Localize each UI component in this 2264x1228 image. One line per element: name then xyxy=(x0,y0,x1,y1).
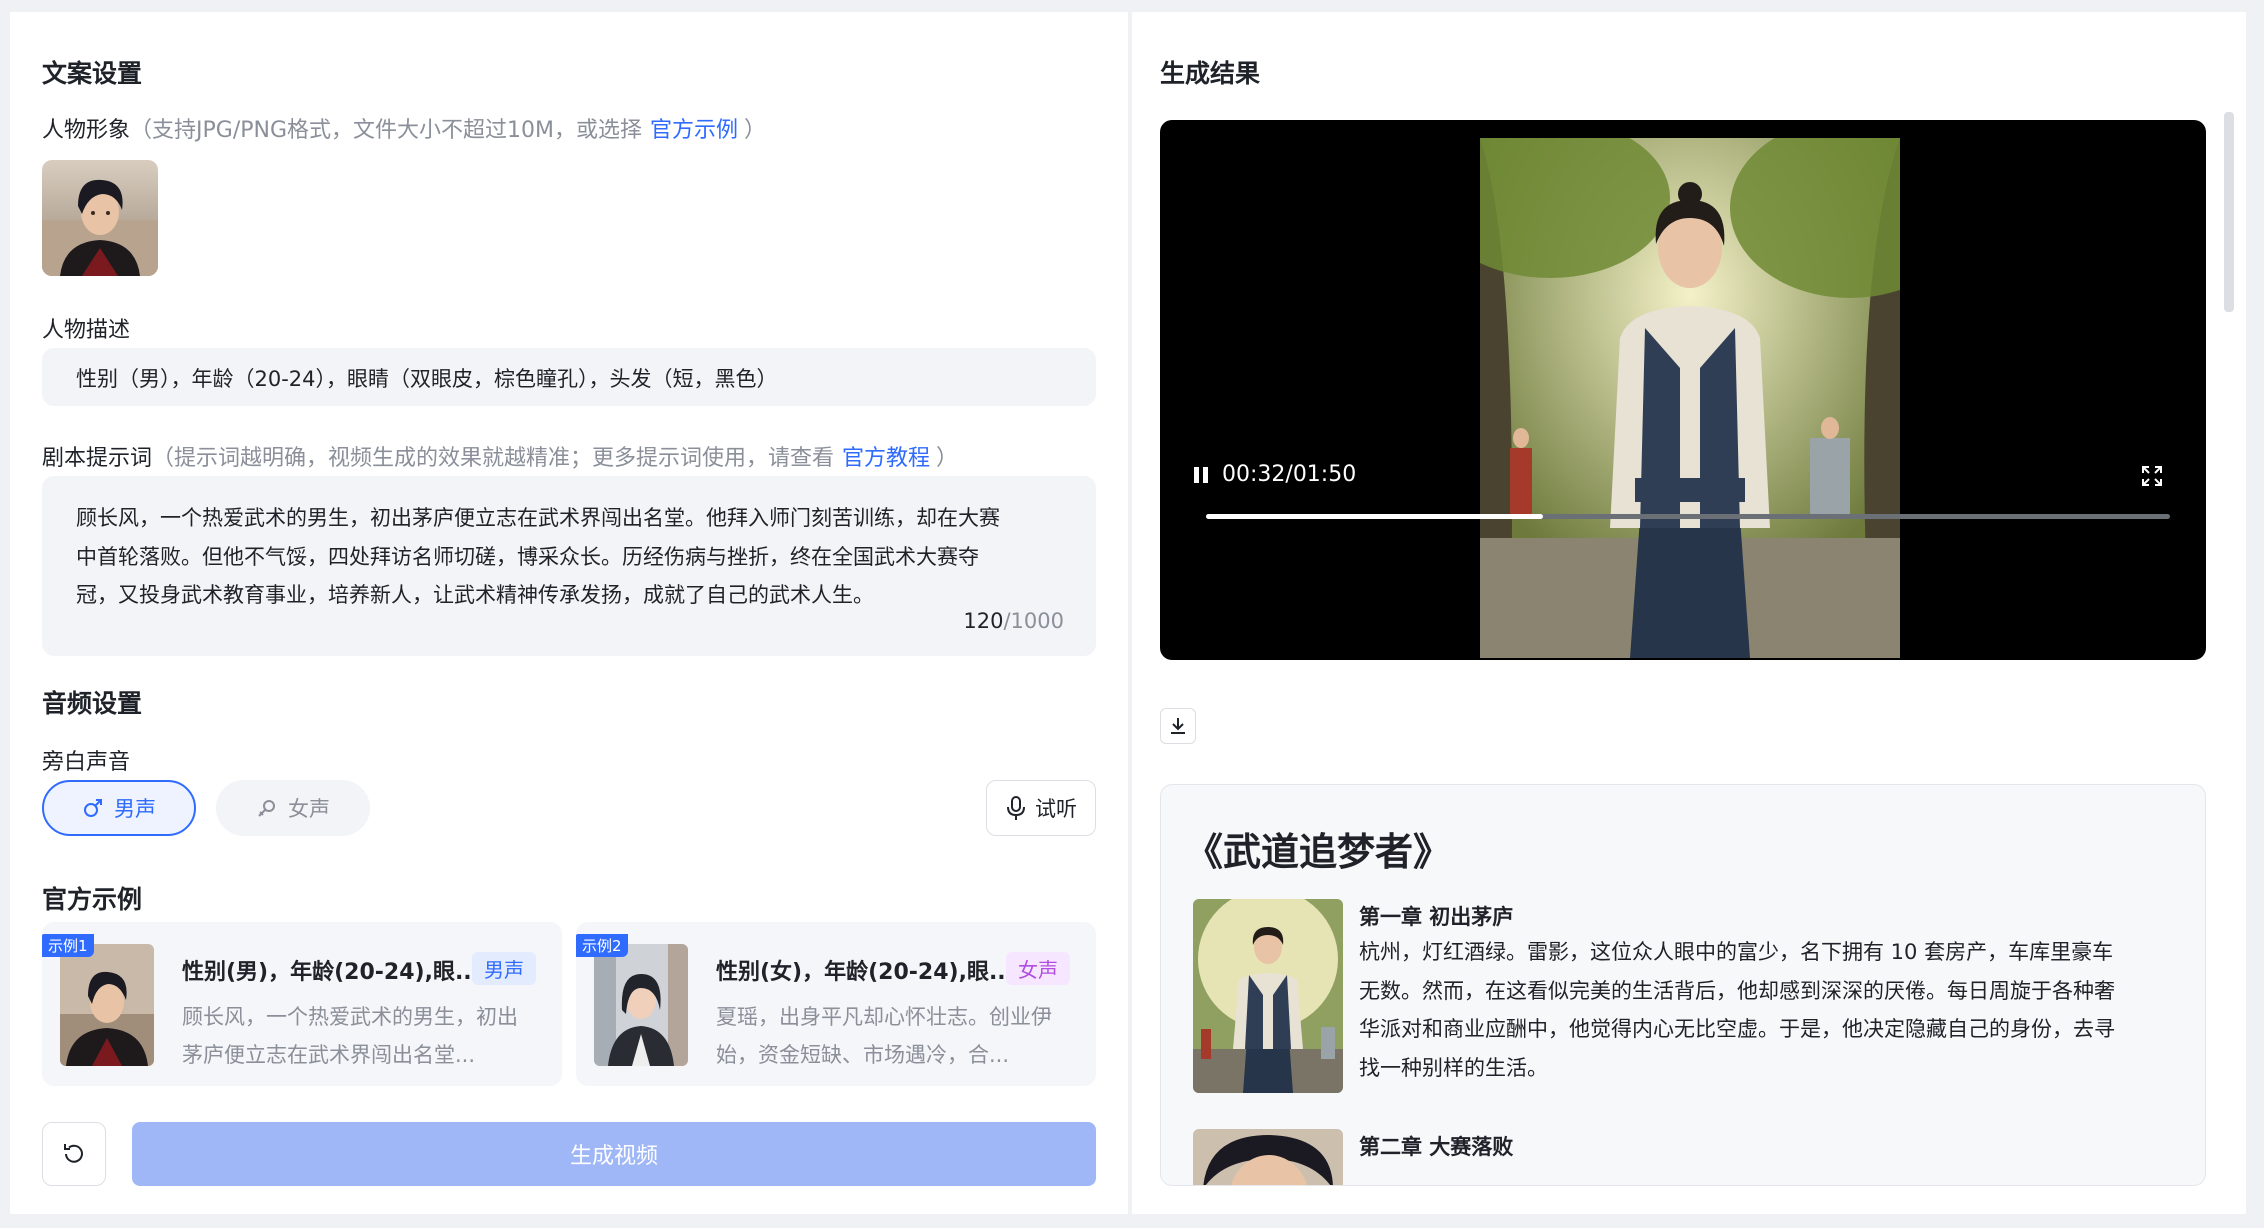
prompt-line: 顾长风，一个热爱武术的男生，初出茅庐便立志在武术界闯出名堂。他拜入师门刻苦训练，… xyxy=(76,506,1000,530)
official-example-link[interactable]: 官方示例 xyxy=(650,118,738,143)
voice-male-label: 男声 xyxy=(114,797,156,821)
settings-panel: 文案设置 人物形象（支持JPG/PNG格式，文件大小不超过10M，或选择 官方示例… xyxy=(10,12,1128,1214)
person-description-value: 性别（男），年龄（20-24），眼睛（双眼皮，棕色瞳孔），头发（短，黑色） xyxy=(76,367,778,391)
chapter-line: 华派对和商业应酬中，他觉得内心无比空虚。于是，他决定隐藏自己的身份，去寻 xyxy=(1359,1017,2115,1041)
pause-icon[interactable] xyxy=(1192,465,1210,485)
video-frame xyxy=(1480,138,1900,658)
example-2-body: 夏瑶，出身平凡却心怀壮志。创业伊 始，资金短缺、市场遇冷，合... xyxy=(716,998,1052,1074)
section-title-copy: 文案设置 xyxy=(42,59,143,88)
female-icon xyxy=(258,800,275,817)
section-title-examples: 官方示例 xyxy=(42,885,143,914)
example-1-badge: 男声 xyxy=(472,952,536,985)
voice-male-button[interactable]: 男声 xyxy=(42,780,196,836)
example-2-image xyxy=(594,944,688,1066)
example-1-body: 顾长风，一个热爱武术的男生，初出 茅庐便立志在武术界闯出名堂... xyxy=(182,998,518,1074)
video-player[interactable]: 00:32/01:50 xyxy=(1160,120,2206,660)
script-prompt-value: 顾长风，一个热爱武术的男生，初出茅庐便立志在武术界闯出名堂。他拜入师门刻苦训练，… xyxy=(76,499,1000,615)
char-counter: 120/1000 xyxy=(963,609,1064,633)
example-line: 茅庐便立志在武术界闯出名堂... xyxy=(182,1043,476,1067)
listen-label: 试听 xyxy=(1035,797,1077,821)
chapter-2-title: 第二章 大赛落败 xyxy=(1359,1135,1514,1159)
avatar-hint-end: ） xyxy=(744,118,767,143)
prompt-label-row: 剧本提示词（提示词越明确，视频生成的效果就越精准；更多提示词使用，请查看 官方教程… xyxy=(42,440,958,472)
example-card-1[interactable]: 示例1 性别(男)，年龄(20-24),眼... 男声 顾长风，一个热爱武术的男… xyxy=(42,922,562,1086)
prompt-line: 中首轮落败。但他不气馁，四处拜访名师切磋，博采众长。历经伤病与挫折，终在全国武术… xyxy=(76,544,979,569)
reset-button[interactable] xyxy=(42,1122,106,1186)
chapter-line: 找一种别样的生活。 xyxy=(1359,1055,1548,1080)
male-icon xyxy=(84,799,102,817)
example-card-2[interactable]: 示例2 性别(女)，年龄(20-24),眼... 女声 夏瑶，出身平凡却心怀壮志… xyxy=(576,922,1096,1086)
video-progress-fill xyxy=(1206,514,1544,519)
chapter-1-title: 第一章 初出茅庐 xyxy=(1359,905,1514,929)
chapter-line: 无数。然而，在这看似完美的生活背后，他却感到深深的厌倦。每日周旋于各种奢 xyxy=(1359,978,2115,1003)
generate-video-button[interactable]: 生成视频 xyxy=(132,1122,1096,1186)
refresh-icon xyxy=(64,1144,83,1163)
fullscreen-icon[interactable] xyxy=(2140,464,2164,488)
voice-female-label: 女声 xyxy=(288,797,330,821)
example-1-tag: 示例1 xyxy=(42,934,94,957)
avatar-label: 人物形象 xyxy=(42,118,131,143)
example-2-tag: 示例2 xyxy=(576,934,628,957)
download-icon xyxy=(1171,718,1185,734)
result-panel: 生成结果 00:32/01:50 《武道追梦者》 第一章 初出茅庐 杭州，灯红酒… xyxy=(1132,12,2246,1214)
example-1-title: 性别(男)，年龄(20-24),眼... xyxy=(182,960,481,985)
example-2-badge: 女声 xyxy=(1006,952,1070,985)
story-panel: 《武道追梦者》 第一章 初出茅庐 杭州，灯红酒绿。雷影，这位众人眼中的富少，名下… xyxy=(1160,784,2206,1186)
char-max: /1000 xyxy=(1003,609,1064,633)
chapter-line: 杭州，灯红酒绿。雷影，这位众人眼中的富少，名下拥有 10 套房产，车库里豪车 xyxy=(1359,940,2114,964)
download-button[interactable] xyxy=(1160,708,1196,744)
listen-button[interactable]: 试听 xyxy=(986,780,1096,836)
scrollbar-thumb[interactable] xyxy=(2224,112,2234,312)
example-line: 顾长风，一个热爱武术的男生，初出 xyxy=(182,1005,518,1029)
chapter-1-body: 杭州，灯红酒绿。雷影，这位众人眼中的富少，名下拥有 10 套房产，车库里豪车 无… xyxy=(1359,933,2115,1087)
desc-label: 人物描述 xyxy=(42,318,131,343)
chapter-2-image xyxy=(1193,1129,1343,1185)
prompt-hint-end: ） xyxy=(936,446,959,471)
chapter-1-image xyxy=(1193,899,1343,1093)
narration-label: 旁白声音 xyxy=(42,750,131,775)
story-title: 《武道追梦者》 xyxy=(1185,830,1452,874)
example-line: 夏瑶，出身平凡却心怀壮志。创业伊 xyxy=(716,1005,1052,1029)
microphone-icon xyxy=(1007,796,1025,820)
avatar-label-row: 人物形象（支持JPG/PNG格式，文件大小不超过10M，或选择 官方示例） xyxy=(42,112,766,144)
script-prompt-textarea[interactable]: 顾长风，一个热爱武术的男生，初出茅庐便立志在武术界闯出名堂。他拜入师门刻苦训练，… xyxy=(42,476,1096,656)
person-description-input[interactable]: 性别（男），年龄（20-24），眼睛（双眼皮，棕色瞳孔），头发（短，黑色） xyxy=(42,348,1096,406)
example-line: 始，资金短缺、市场遇冷，合... xyxy=(716,1043,1010,1067)
section-title-audio: 音频设置 xyxy=(42,689,143,718)
prompt-label: 剧本提示词 xyxy=(42,446,153,471)
voice-female-button[interactable]: 女声 xyxy=(216,780,370,836)
example-2-title: 性别(女)，年龄(20-24),眼... xyxy=(716,960,1015,985)
video-time: 00:32/01:50 xyxy=(1222,462,1357,487)
prompt-hint: （提示词越明确，视频生成的效果就越精准；更多提示词使用，请查看 xyxy=(152,446,835,471)
official-tutorial-link[interactable]: 官方教程 xyxy=(842,446,930,471)
example-1-image xyxy=(60,944,154,1066)
section-title-result: 生成结果 xyxy=(1160,59,1261,88)
prompt-line: 冠，又投身武术教育事业，培养新人，让武术精神传承发扬，成就了自己的武术人生。 xyxy=(76,583,874,607)
char-count: 120 xyxy=(963,609,1004,633)
avatar-image[interactable] xyxy=(42,160,158,276)
video-progress-track[interactable] xyxy=(1206,514,2170,519)
avatar-hint: （支持JPG/PNG格式，文件大小不超过10M，或选择 xyxy=(130,118,642,143)
